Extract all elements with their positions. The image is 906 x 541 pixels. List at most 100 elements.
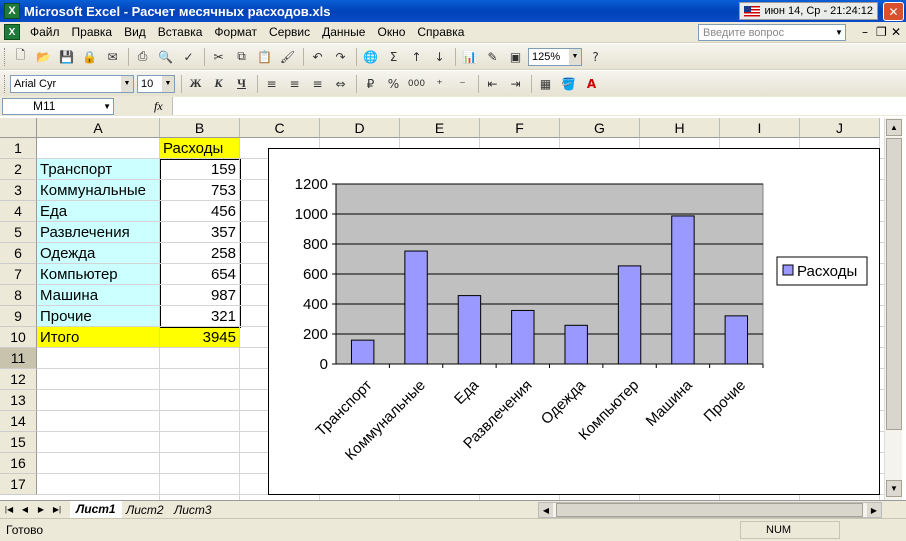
chevron-down-icon[interactable]: ▼: [832, 24, 846, 41]
toolbar-grip[interactable]: [4, 74, 7, 93]
ask-question-input[interactable]: Введите вопрос ▼: [698, 24, 846, 41]
menu-data[interactable]: Данные: [316, 25, 371, 39]
menu-file[interactable]: Файл: [24, 25, 66, 39]
pdf-icon[interactable]: ▣: [505, 47, 526, 67]
increase-decimal-icon[interactable]: ⁺: [429, 74, 450, 94]
save-icon[interactable]: 💾: [56, 47, 77, 67]
row-header-2[interactable]: 2: [0, 159, 37, 180]
autosum-icon[interactable]: Σ: [383, 47, 404, 67]
cell-value[interactable]: 753: [160, 180, 239, 200]
cell-value[interactable]: 258: [160, 243, 239, 263]
format-painter-icon[interactable]: 🖌: [277, 47, 298, 67]
row-header-1[interactable]: 1: [0, 138, 37, 159]
bold-button[interactable]: Ж: [185, 74, 206, 94]
column-header-a[interactable]: A: [37, 118, 160, 138]
align-right-icon[interactable]: ≡: [307, 74, 328, 94]
tab-sheet1[interactable]: Лист1: [70, 501, 122, 518]
close-doc-icon[interactable]: ✕: [891, 25, 901, 39]
row-header-17[interactable]: 17: [0, 474, 37, 495]
scroll-left-icon[interactable]: ◀: [539, 503, 553, 517]
copy-icon[interactable]: ⧉: [231, 47, 252, 67]
menu-view[interactable]: Вид: [118, 25, 152, 39]
scroll-down-icon[interactable]: ▼: [886, 480, 902, 497]
horizontal-scrollbar[interactable]: ◀ ▶: [538, 502, 882, 518]
spelling-icon[interactable]: ✓: [178, 47, 199, 67]
cut-icon[interactable]: ✂: [208, 47, 229, 67]
chart-wizard-icon[interactable]: 📊: [459, 47, 480, 67]
cell-total-value[interactable]: 3945: [160, 327, 239, 347]
cell-label[interactable]: Одежда: [37, 243, 159, 263]
increase-indent-icon[interactable]: ⇥: [505, 74, 526, 94]
prev-sheet-icon[interactable]: ◀: [18, 502, 32, 517]
new-icon[interactable]: 🗋: [10, 47, 31, 67]
paste-icon[interactable]: 📋: [254, 47, 275, 67]
vertical-scroll-thumb[interactable]: [886, 138, 902, 430]
next-sheet-icon[interactable]: ▶: [34, 502, 48, 517]
decrease-decimal-icon[interactable]: ⁻: [452, 74, 473, 94]
cell-label[interactable]: Транспорт: [37, 159, 159, 179]
column-header-c[interactable]: C: [240, 118, 320, 138]
restore-doc-icon[interactable]: ❐: [876, 25, 887, 39]
minimize-doc-icon[interactable]: –: [862, 25, 868, 39]
zoom-select[interactable]: 125% ▼: [528, 47, 582, 66]
open-icon[interactable]: 📂: [33, 47, 54, 67]
cell-value[interactable]: 159: [160, 159, 239, 179]
print-preview-icon[interactable]: 🔍: [155, 47, 176, 67]
column-header-j[interactable]: J: [800, 118, 880, 138]
chevron-down-icon[interactable]: ▼: [162, 75, 174, 92]
column-header-h[interactable]: H: [640, 118, 720, 138]
chevron-down-icon[interactable]: ▼: [103, 102, 111, 111]
sort-asc-icon[interactable]: ↑: [406, 47, 427, 67]
fill-color-icon[interactable]: 🪣: [558, 74, 579, 94]
column-header-i[interactable]: I: [720, 118, 800, 138]
column-header-b[interactable]: B: [160, 118, 240, 138]
cell-b1-header[interactable]: Расходы: [160, 138, 239, 158]
menu-edit[interactable]: Правка: [66, 25, 119, 39]
scroll-up-icon[interactable]: ▲: [886, 119, 902, 136]
borders-icon[interactable]: ▦: [535, 74, 556, 94]
drawing-icon[interactable]: ✎: [482, 47, 503, 67]
cell-label[interactable]: Еда: [37, 201, 159, 221]
thousands-button[interactable]: 000: [406, 74, 427, 94]
redo-icon[interactable]: ↷: [330, 47, 351, 67]
font-color-icon[interactable]: A: [581, 74, 602, 94]
last-sheet-icon[interactable]: ▶|: [50, 502, 64, 517]
chevron-down-icon[interactable]: ▼: [569, 48, 581, 65]
tab-sheet2[interactable]: Лист2: [120, 501, 170, 518]
row-header-15[interactable]: 15: [0, 432, 37, 453]
tab-sheet3[interactable]: Лист3: [168, 501, 218, 518]
undo-icon[interactable]: ↶: [307, 47, 328, 67]
cell-value[interactable]: 321: [160, 306, 239, 326]
italic-button[interactable]: К: [208, 74, 229, 94]
cell-value[interactable]: 654: [160, 264, 239, 284]
hyperlink-icon[interactable]: 🌐: [360, 47, 381, 67]
formula-input[interactable]: [172, 97, 906, 115]
column-header-e[interactable]: E: [400, 118, 480, 138]
vertical-scrollbar[interactable]: ▲ ▼: [884, 118, 902, 500]
fx-icon[interactable]: fx: [154, 99, 163, 114]
row-header-12[interactable]: 12: [0, 369, 37, 390]
menu-insert[interactable]: Вставка: [152, 25, 209, 39]
percent-button[interactable]: %: [383, 74, 404, 94]
currency-button[interactable]: ₽: [360, 74, 381, 94]
row-header-14[interactable]: 14: [0, 411, 37, 432]
email-icon[interactable]: ✉: [102, 47, 123, 67]
row-header-7[interactable]: 7: [0, 264, 37, 285]
font-size-select[interactable]: 10 ▼: [137, 74, 175, 93]
column-header-g[interactable]: G: [560, 118, 640, 138]
cell-value[interactable]: 357: [160, 222, 239, 242]
row-header-10[interactable]: 10: [0, 327, 37, 348]
cell-label[interactable]: Развлечения: [37, 222, 159, 242]
menu-help[interactable]: Справка: [411, 25, 470, 39]
first-sheet-icon[interactable]: |◀: [2, 502, 16, 517]
cell-label[interactable]: Компьютер: [37, 264, 159, 284]
worksheet-grid[interactable]: Расходы Транспорт 159 Коммунальные 753 Еда 456…: [0, 118, 884, 500]
row-header-6[interactable]: 6: [0, 243, 37, 264]
row-header-13[interactable]: 13: [0, 390, 37, 411]
menu-tools[interactable]: Сервис: [263, 25, 316, 39]
help-icon[interactable]: ?: [585, 47, 606, 67]
row-header-4[interactable]: 4: [0, 201, 37, 222]
menu-format[interactable]: Формат: [208, 25, 263, 39]
name-box[interactable]: M11 ▼: [2, 97, 114, 115]
select-all-corner[interactable]: [0, 118, 37, 138]
